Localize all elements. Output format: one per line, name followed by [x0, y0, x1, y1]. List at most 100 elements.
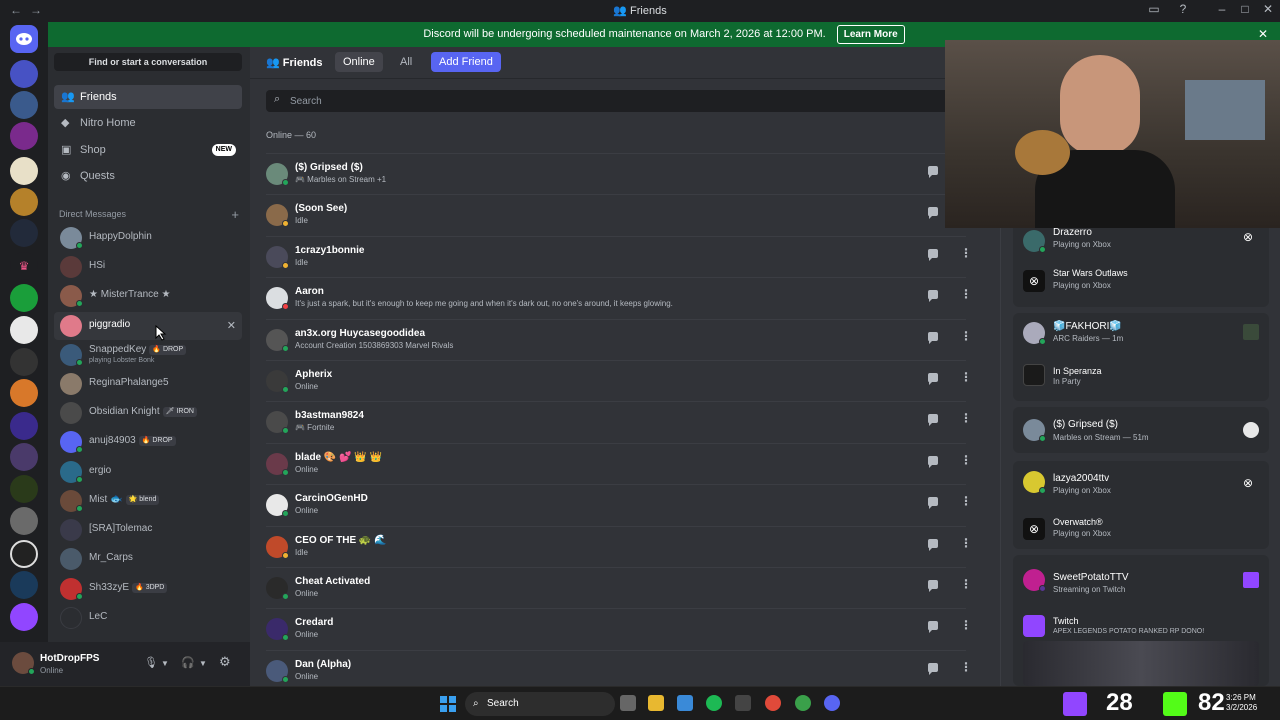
taskbar-search[interactable]: ⌕ Search	[465, 692, 615, 716]
message-icon[interactable]	[926, 206, 940, 220]
more-options-icon[interactable]: ⋮	[960, 536, 972, 550]
more-options-icon[interactable]: ⋮	[960, 411, 972, 425]
task-view-icon[interactable]	[620, 695, 636, 711]
more-options-icon[interactable]: ⋮	[960, 577, 972, 591]
friend-row[interactable]: CEO OF THE 🐢 🌊 Idle ⋮	[266, 525, 972, 567]
server-icon[interactable]	[10, 91, 38, 119]
message-icon[interactable]	[926, 165, 940, 179]
server-icon[interactable]	[10, 157, 38, 185]
friend-row[interactable]: CarcinOGenHD Online ⋮	[266, 484, 972, 525]
inbox-icon[interactable]: ▭	[1144, 2, 1164, 16]
windows-start-icon[interactable]	[440, 696, 456, 712]
close-dm-icon[interactable]: ✕	[227, 319, 236, 332]
dm-item[interactable]: piggradio ✕	[54, 312, 242, 340]
search-input[interactable]	[290, 90, 930, 112]
app-icon[interactable]	[735, 695, 751, 711]
more-options-icon[interactable]: ⋮	[960, 329, 972, 343]
activity-card[interactable]: Drazerro Playing on Xbox ⊗ ⊗ Star Wars O…	[1013, 219, 1269, 307]
server-icon[interactable]	[10, 122, 38, 150]
server-icon[interactable]	[10, 188, 38, 216]
nav-friends[interactable]: 👥 Friends	[54, 85, 242, 109]
message-icon[interactable]	[926, 331, 940, 345]
maximize-icon[interactable]: □	[1235, 2, 1255, 16]
more-options-icon[interactable]: ⋮	[960, 246, 972, 260]
chrome-icon[interactable]	[765, 695, 781, 711]
server-icon[interactable]	[10, 475, 38, 503]
chevron-down-icon[interactable]: ▼	[199, 659, 207, 668]
server-icon[interactable]	[10, 507, 38, 535]
message-icon[interactable]	[926, 662, 940, 676]
server-icon[interactable]	[10, 571, 38, 599]
tab-all[interactable]: All	[392, 52, 420, 72]
create-dm-icon[interactable]: +	[231, 207, 239, 222]
server-icon[interactable]	[10, 219, 38, 247]
activity-card[interactable]: ($) Gripsed ($) Marbles on Stream — 51m	[1013, 407, 1269, 453]
chrome-icon[interactable]	[795, 695, 811, 711]
more-options-icon[interactable]: ⋮	[960, 370, 972, 384]
friend-row[interactable]: 1crazy1bonnie Idle ⋮	[266, 235, 972, 277]
friend-row[interactable]: Dan (Alpha) Online ⋮	[266, 649, 972, 691]
message-icon[interactable]	[926, 455, 940, 469]
add-friend-button[interactable]: Add Friend	[431, 52, 501, 72]
dm-item[interactable]: ergio	[54, 458, 242, 486]
headphones-icon[interactable]: 🎧	[181, 656, 195, 669]
friend-row[interactable]: an3x.org Huycasegoodidea Account Creation…	[266, 318, 972, 360]
minimize-icon[interactable]: –	[1212, 2, 1232, 16]
server-icon[interactable]	[10, 412, 38, 440]
more-options-icon[interactable]: ⋮	[960, 494, 972, 508]
message-icon[interactable]	[926, 248, 940, 262]
nav-quests[interactable]: ◉ Quests	[54, 164, 242, 188]
message-icon[interactable]	[926, 620, 940, 634]
message-icon[interactable]	[926, 372, 940, 386]
dm-item[interactable]: anuj84903 🔥 DROP	[54, 428, 242, 456]
gear-icon[interactable]: ⚙	[219, 654, 231, 670]
dm-item[interactable]: Mist 🐟 🌟 blend	[54, 487, 242, 515]
friend-row[interactable]: blade 🎨 💕 👑 👑 Online ⋮	[266, 442, 972, 484]
message-icon[interactable]	[926, 579, 940, 593]
message-icon[interactable]	[926, 496, 940, 510]
server-icon[interactable]	[10, 540, 38, 568]
dm-item[interactable]: Obsidian Knight 🗡 IRON	[54, 399, 242, 427]
learn-more-button[interactable]: Learn More	[836, 25, 905, 44]
server-icon[interactable]	[10, 284, 38, 312]
server-icon[interactable]	[10, 379, 38, 407]
friend-row[interactable]: Apherix Online ⋮	[266, 360, 972, 401]
more-options-icon[interactable]: ⋮	[960, 618, 972, 632]
dm-item[interactable]: LeC	[54, 604, 242, 632]
dm-item[interactable]: ★ MisterTrance ★	[54, 282, 242, 310]
friend-row[interactable]: ($) Gripsed ($)🎮 Marbles on Stream +1⋮	[266, 153, 972, 194]
dm-item[interactable]: HSi	[54, 253, 242, 281]
tab-online[interactable]: Online	[335, 52, 383, 72]
activity-card[interactable]: lazya2004ttv Playing on Xbox ⊗ ⊗ Overwat…	[1013, 461, 1269, 549]
more-options-icon[interactable]: ⋮	[960, 660, 972, 674]
server-icon[interactable]	[10, 443, 38, 471]
discord-taskbar-icon[interactable]	[824, 695, 840, 711]
server-icon[interactable]	[10, 60, 38, 88]
nav-shop[interactable]: ▣ Shop NEW	[54, 138, 242, 162]
message-icon[interactable]	[926, 538, 940, 552]
friend-row[interactable]: b3astman9824 🎮 Fortnite ⋮	[266, 401, 972, 442]
microphone-icon[interactable]: 🎙	[144, 656, 158, 669]
find-conversation-button[interactable]: Find or start a conversation	[54, 53, 242, 71]
message-icon[interactable]	[926, 413, 940, 427]
activity-card[interactable]: SweetPotatoTTV Streaming on Twitch Twitc…	[1013, 555, 1269, 686]
server-icon[interactable]: ♛	[10, 252, 38, 280]
dm-item[interactable]: HappyDolphin	[54, 224, 242, 252]
discord-home-icon[interactable]	[10, 25, 38, 53]
message-icon[interactable]	[926, 289, 940, 303]
nav-nitro-home[interactable]: ◆ Nitro Home	[54, 111, 242, 135]
server-icon[interactable]	[10, 348, 38, 376]
activity-card[interactable]: 🧊FAKHORI🧊 ARC Raiders — 1m In Speranza I…	[1013, 313, 1269, 401]
friend-row[interactable]: (Soon See)Idle⋮	[266, 194, 972, 235]
server-icon[interactable]	[10, 603, 38, 631]
dm-item[interactable]: SnappedKey 🔥 DROP playing Lobster Bonk	[54, 341, 242, 369]
dm-item[interactable]: ReginaPhalange5	[54, 370, 242, 398]
server-icon[interactable]	[10, 316, 38, 344]
notepad-icon[interactable]	[677, 695, 693, 711]
dm-item[interactable]: Mr_Carps	[54, 545, 242, 573]
help-icon[interactable]: ?	[1173, 2, 1193, 16]
friend-row[interactable]: Cheat Activated Online ⋮	[266, 567, 972, 608]
stream-preview[interactable]	[1023, 641, 1259, 686]
dm-item[interactable]: Sh33zyE 🔥 3DPD	[54, 575, 242, 603]
friend-row[interactable]: Aaron It's just a spark, but it's enough …	[266, 277, 972, 318]
